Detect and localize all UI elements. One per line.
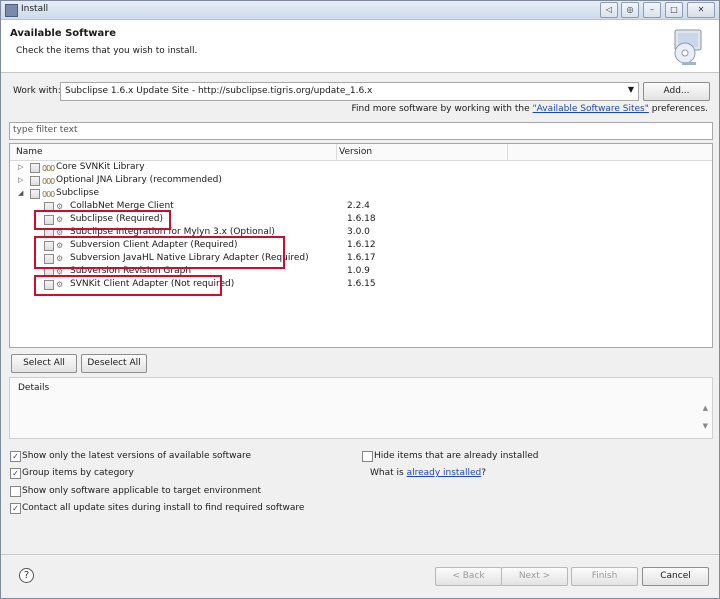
highlight-box [34, 210, 171, 230]
footer-separator [1, 554, 719, 555]
what-suffix: ? [481, 468, 487, 478]
row-version: 2.2.4 [347, 201, 370, 211]
row-name: Optional JNA Library (recommended) [56, 175, 222, 185]
applicable-label: Show only software applicable to target … [22, 486, 262, 496]
deselect-all-button[interactable]: Deselect All [81, 354, 147, 373]
what-prefix: What is [370, 468, 407, 478]
applicable-checkbox[interactable] [10, 486, 21, 497]
category-icon: 000 [42, 164, 55, 173]
highlight-box [34, 236, 285, 269]
already-installed-link[interactable]: already installed [407, 468, 482, 478]
row-checkbox[interactable] [30, 189, 40, 199]
contact-label: Contact all update sites during install … [22, 503, 305, 513]
find-more-prefix: Find more software by working with the [351, 104, 533, 114]
work-with-label: Work with: [13, 86, 61, 96]
window-title: Install [21, 4, 49, 14]
add-button[interactable]: Add... [643, 82, 710, 101]
row-version: 1.0.9 [347, 266, 370, 276]
app-icon [5, 4, 18, 17]
row-version: 1.6.18 [347, 214, 376, 224]
work-with-value: Subclipse 1.6.x Update Site - http://sub… [65, 86, 373, 96]
latest-checkbox[interactable]: ✓ [10, 451, 21, 462]
finish-button[interactable]: Finish [571, 567, 638, 586]
row-checkbox[interactable] [30, 176, 40, 186]
software-tree[interactable]: Name Version ▷ 000 Core SVNKit Library ▷… [9, 143, 713, 348]
row-checkbox[interactable] [30, 163, 40, 173]
expand-icon[interactable]: ▷ [18, 176, 23, 184]
page-title: Available Software [10, 28, 117, 39]
group-checkbox[interactable]: ✓ [10, 468, 21, 479]
scroll-down-icon[interactable]: ▼ [703, 422, 708, 430]
title-bar: Install ◁ ◎ – □ ✕ [1, 1, 719, 20]
latest-label: Show only the latest versions of availab… [22, 451, 252, 461]
row-name: Subclipse [56, 188, 100, 198]
expand-icon[interactable]: ▷ [18, 163, 23, 171]
filter-input[interactable]: type filter text [9, 122, 713, 140]
tree-row[interactable]: ◢ 000 Subclipse [10, 188, 710, 201]
details-panel: Details ▲ ▼ [9, 377, 713, 439]
contact-checkbox[interactable]: ✓ [10, 503, 21, 514]
category-icon: 000 [42, 177, 55, 186]
category-icon: 000 [42, 190, 55, 199]
column-separator[interactable] [336, 144, 337, 160]
row-version: 1.6.12 [347, 240, 376, 250]
restore-icon[interactable]: ◎ [621, 2, 639, 18]
hide-installed-checkbox[interactable] [362, 451, 373, 462]
row-name: Core SVNKit Library [56, 162, 145, 172]
maximize-button[interactable]: □ [665, 2, 683, 18]
tree-row[interactable]: ▷ 000 Core SVNKit Library [10, 162, 710, 175]
scroll-up-icon[interactable]: ▲ [703, 404, 708, 412]
page-subtitle: Check the items that you wish to install… [16, 46, 198, 56]
group-label: Group items by category [22, 468, 134, 478]
highlight-box [34, 275, 222, 296]
tree-header: Name Version [10, 144, 712, 161]
chevron-down-icon[interactable]: ▼ [628, 85, 634, 94]
tree-row[interactable]: ▷ 000 Optional JNA Library (recommended) [10, 175, 710, 188]
collapse-icon[interactable]: ◢ [18, 189, 23, 197]
what-is-installed: What is already installed? [370, 468, 486, 478]
minimize-button[interactable]: – [643, 2, 661, 18]
find-more-suffix: preferences. [648, 104, 708, 114]
cancel-button[interactable]: Cancel [642, 567, 709, 586]
column-version-header[interactable]: Version [339, 147, 372, 157]
close-button[interactable]: ✕ [687, 2, 715, 18]
back-button[interactable]: < Back [435, 567, 502, 586]
page-header: Available Software Check the items that … [1, 20, 719, 73]
work-with-combo[interactable]: Subclipse 1.6.x Update Site - http://sub… [60, 82, 639, 101]
available-sites-link[interactable]: "Available Software Sites" [533, 104, 649, 114]
filter-placeholder: type filter text [13, 125, 78, 135]
dialog-back-icon[interactable]: ◁ [600, 2, 618, 18]
next-button[interactable]: Next > [501, 567, 568, 586]
hide-installed-label: Hide items that are already installed [374, 451, 539, 461]
install-dialog: Install ◁ ◎ – □ ✕ Available Software Che… [0, 0, 720, 599]
row-version: 1.6.17 [347, 253, 376, 263]
column-name-header[interactable]: Name [16, 147, 43, 157]
help-icon[interactable]: ? [19, 568, 34, 583]
row-version: 3.0.0 [347, 227, 370, 237]
find-more-text: Find more software by working with the "… [351, 104, 708, 114]
column-separator[interactable] [507, 144, 508, 160]
details-label: Details [18, 383, 50, 393]
install-cd-icon [674, 29, 702, 65]
select-all-button[interactable]: Select All [11, 354, 77, 373]
row-version: 1.6.15 [347, 279, 376, 289]
